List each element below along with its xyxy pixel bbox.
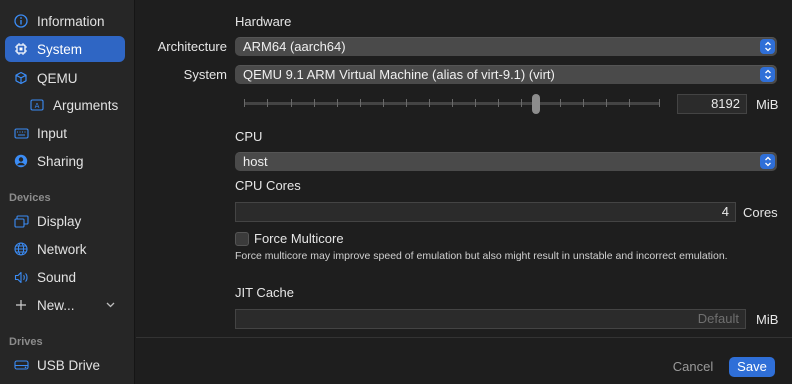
- sidebar-item-new-device[interactable]: New...: [5, 292, 125, 318]
- drives-section-header: Drives: [9, 336, 43, 348]
- plus-icon: [13, 297, 29, 313]
- slider-tick: [291, 99, 292, 107]
- cpu-section-label: CPU: [235, 129, 263, 144]
- slider-tick: [521, 99, 522, 107]
- person-circle-icon: [13, 153, 29, 169]
- slider-tick: [360, 99, 361, 107]
- keyboard-icon: [13, 125, 29, 141]
- display-icon: [13, 213, 29, 229]
- cpu-value: host: [243, 154, 268, 169]
- architecture-value: ARM64 (aarch64): [243, 39, 346, 54]
- sidebar-item-label: System: [37, 41, 83, 57]
- globe-icon: [13, 241, 29, 257]
- sidebar-item-label: Arguments: [53, 97, 119, 113]
- sidebar-item-display[interactable]: Display: [5, 208, 125, 234]
- slider-tick: [337, 99, 338, 107]
- slider-tick: [383, 99, 384, 107]
- drive-icon: [13, 357, 29, 373]
- chevron-down-icon: [106, 300, 115, 311]
- memory-slider-thumb[interactable]: [532, 94, 540, 114]
- slider-tick: [267, 99, 268, 107]
- system-select[interactable]: QEMU 9.1 ARM Virtual Machine (alias of v…: [235, 65, 777, 84]
- sidebar-item-label: Network: [37, 241, 87, 257]
- save-button[interactable]: Save: [729, 357, 775, 377]
- sidebar-item-label: Input: [37, 125, 68, 141]
- jit-cache-unit-label: MiB: [756, 312, 779, 327]
- cpu-cores-field[interactable]: 4: [235, 202, 736, 222]
- architecture-label: Architecture: [157, 39, 227, 54]
- sidebar: Information System QEMU A Arguments Inpu…: [0, 0, 135, 384]
- force-multicore-hint: Force multicore may improve speed of emu…: [235, 250, 728, 262]
- sidebar-item-network[interactable]: Network: [5, 236, 125, 262]
- slider-tick: [498, 99, 499, 107]
- info-icon: [13, 13, 29, 29]
- sidebar-item-information[interactable]: Information: [5, 8, 125, 34]
- architecture-select[interactable]: ARM64 (aarch64): [235, 37, 777, 56]
- devices-section-header: Devices: [9, 192, 51, 204]
- slider-tick: [629, 99, 630, 107]
- text-cursor-icon: A: [29, 97, 45, 113]
- sidebar-item-label: Sharing: [37, 153, 84, 169]
- jit-cache-field[interactable]: Default: [235, 309, 746, 329]
- svg-text:A: A: [35, 102, 40, 110]
- hardware-section-label: Hardware: [235, 14, 292, 29]
- system-settings-panel: Hardware Architecture ARM64 (aarch64) Sy…: [136, 0, 792, 384]
- sidebar-item-input[interactable]: Input: [5, 120, 125, 146]
- updown-chevron-icon: [760, 154, 775, 169]
- sidebar-item-label: New...: [37, 297, 75, 313]
- force-multicore-checkbox[interactable]: [235, 232, 249, 246]
- sidebar-item-label: Display: [37, 213, 82, 229]
- sidebar-item-sound[interactable]: Sound: [5, 264, 125, 290]
- system-value: QEMU 9.1 ARM Virtual Machine (alias of v…: [243, 67, 555, 82]
- chip-icon: [13, 41, 29, 57]
- cpu-select[interactable]: host: [235, 152, 777, 171]
- slider-tick: [314, 99, 315, 107]
- system-label: System: [183, 67, 227, 82]
- sidebar-item-system[interactable]: System: [5, 36, 125, 62]
- cpu-cores-label: CPU Cores: [235, 178, 301, 193]
- speaker-icon: [13, 269, 29, 285]
- slider-tick: [406, 99, 407, 107]
- updown-chevron-icon: [760, 67, 775, 82]
- slider-tick: [606, 99, 607, 107]
- jit-cache-section-label: JIT Cache: [235, 285, 295, 300]
- sidebar-item-label: Sound: [37, 269, 77, 285]
- sidebar-item-label: USB Drive: [37, 357, 101, 373]
- footer-divider: [136, 337, 792, 338]
- slider-tick: [659, 99, 660, 107]
- slider-tick: [429, 99, 430, 107]
- memory-field[interactable]: 8192: [677, 94, 747, 114]
- slider-tick: [244, 99, 245, 107]
- sidebar-item-usb-drive[interactable]: USB Drive: [5, 352, 125, 378]
- sidebar-item-label: QEMU: [37, 70, 78, 86]
- slider-tick: [452, 99, 453, 107]
- sidebar-item-sharing[interactable]: Sharing: [5, 148, 125, 174]
- slider-tick: [475, 99, 476, 107]
- sidebar-item-label: Information: [37, 13, 105, 29]
- cpu-cores-unit-label: Cores: [743, 205, 778, 220]
- slider-tick: [560, 99, 561, 107]
- slider-tick: [583, 99, 584, 107]
- sidebar-item-arguments[interactable]: A Arguments: [5, 92, 125, 118]
- updown-chevron-icon: [760, 39, 775, 54]
- sidebar-item-qemu[interactable]: QEMU: [5, 65, 125, 91]
- cancel-button[interactable]: Cancel: [668, 357, 718, 377]
- memory-unit-label: MiB: [756, 97, 779, 112]
- force-multicore-label: Force Multicore: [254, 231, 344, 246]
- cube-icon: [13, 70, 29, 86]
